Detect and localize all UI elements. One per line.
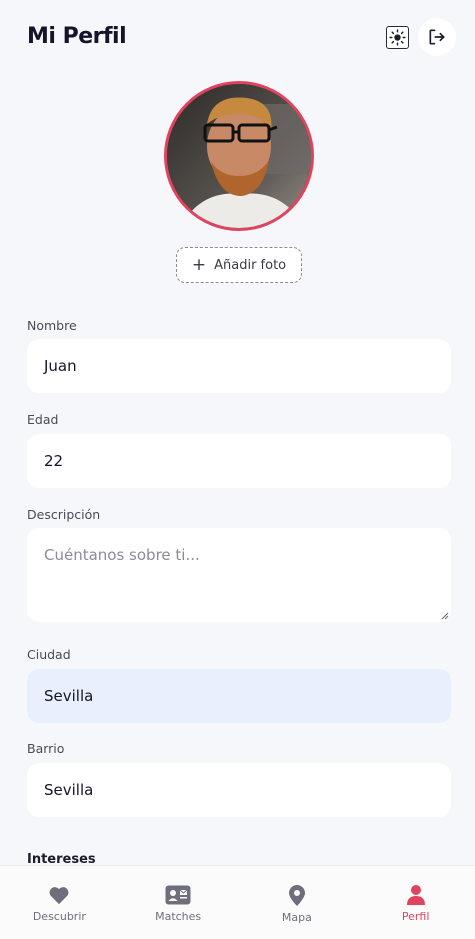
nav-item-perfil[interactable]: Perfil — [356, 866, 475, 939]
nombre-label: Nombre — [27, 318, 77, 333]
user-icon — [406, 885, 425, 905]
nav-item-descubrir[interactable]: Descubrir — [0, 866, 119, 939]
profile-photo — [167, 84, 311, 228]
ciudad-value: Sevilla — [44, 687, 94, 705]
nav-item-mapa[interactable]: Mapa — [238, 866, 357, 939]
heart-icon — [49, 887, 69, 905]
sun-icon — [389, 29, 406, 46]
nav-label-descubrir: Descubrir — [32, 910, 86, 923]
barrio-field[interactable]: Sevilla — [27, 763, 451, 817]
nav-item-matches[interactable]: Matches — [119, 866, 238, 939]
ciudad-label: Ciudad — [27, 647, 71, 662]
resize-grip-icon[interactable] — [441, 612, 449, 620]
barrio-label: Barrio — [27, 741, 65, 756]
add-photo-button[interactable]: + Añadir foto — [176, 247, 302, 283]
nav-label-perfil: Perfil — [401, 910, 430, 923]
map-pin-icon — [288, 885, 305, 906]
edad-field[interactable]: 22 — [27, 434, 451, 488]
ciudad-field[interactable]: Sevilla — [27, 669, 451, 723]
descripcion-placeholder: Cuéntanos sobre ti... — [44, 546, 200, 564]
descripcion-label: Descripción — [27, 507, 101, 522]
edad-value: 22 — [44, 452, 64, 470]
logout-icon — [429, 29, 445, 45]
page-title: Mi Perfil — [27, 24, 127, 49]
bottom-nav: Descubrir Matches Mapa Perfil — [0, 865, 475, 939]
nav-label-mapa: Mapa — [281, 911, 312, 924]
nombre-value: Juan — [44, 357, 77, 375]
nombre-field[interactable]: Juan — [27, 339, 451, 393]
descripcion-textarea[interactable]: Cuéntanos sobre ti... — [27, 528, 451, 622]
plus-icon: + — [191, 254, 207, 275]
avatar[interactable] — [164, 81, 314, 231]
nav-label-matches: Matches — [155, 910, 202, 923]
theme-toggle-button[interactable] — [386, 26, 409, 49]
logout-button[interactable] — [418, 18, 456, 56]
edad-label: Edad — [27, 412, 59, 427]
add-photo-label: Añadir foto — [214, 257, 287, 273]
header: Mi Perfil — [0, 0, 475, 76]
contact-card-icon — [165, 885, 191, 905]
barrio-value: Sevilla — [44, 781, 94, 799]
